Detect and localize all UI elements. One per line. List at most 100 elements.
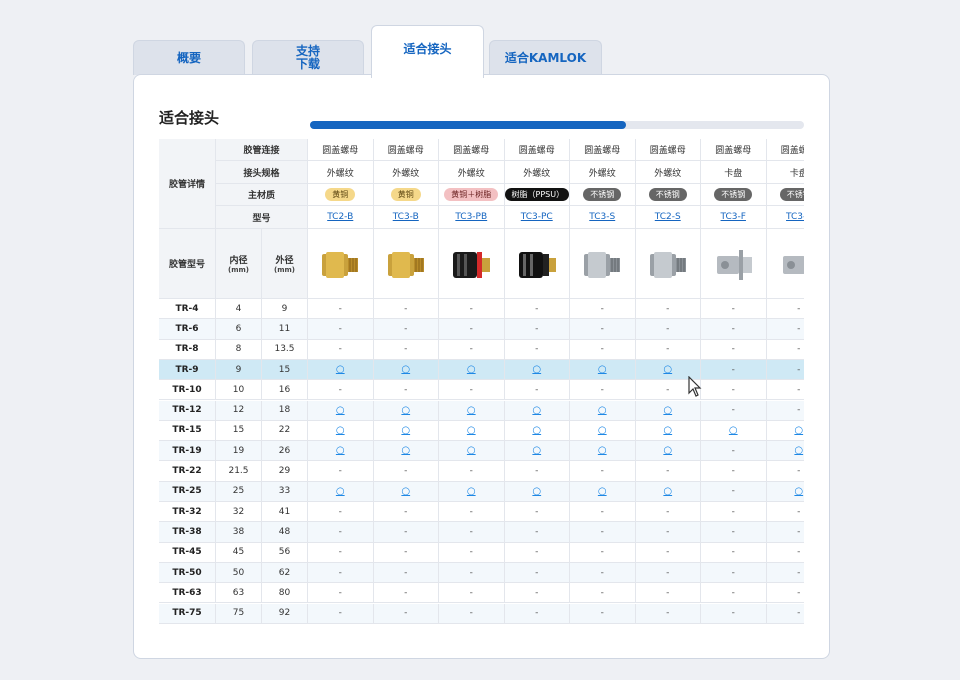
not-compatible-dash: - bbox=[797, 526, 801, 537]
compatible-mark-icon[interactable]: ○ bbox=[401, 425, 410, 436]
compatible-mark-icon[interactable]: ○ bbox=[336, 445, 345, 456]
compatible-mark-icon[interactable]: ○ bbox=[336, 364, 345, 375]
spec-value: 外螺纹 bbox=[654, 168, 682, 179]
compat-cell[interactable]: ○ bbox=[504, 420, 570, 442]
compatible-mark-icon[interactable]: ○ bbox=[663, 364, 672, 375]
compat-cell[interactable]: ○ bbox=[635, 420, 701, 442]
not-compatible-dash: - bbox=[535, 303, 539, 314]
compatible-mark-icon[interactable]: ○ bbox=[729, 425, 738, 436]
tab-1[interactable]: 概要 bbox=[133, 40, 245, 75]
compat-cell[interactable]: ○ bbox=[635, 400, 701, 421]
compat-cell[interactable]: ○ bbox=[308, 400, 374, 421]
unit-label: (mm) bbox=[274, 266, 295, 274]
compat-cell[interactable]: ○ bbox=[570, 420, 636, 442]
model-link[interactable]: TC3-F bbox=[786, 212, 804, 222]
tab-4[interactable]: 适合KAMLOK bbox=[489, 40, 602, 75]
not-compatible-dash: - bbox=[469, 506, 473, 517]
compatible-mark-icon[interactable]: ○ bbox=[467, 486, 476, 497]
compat-cell[interactable]: ○ bbox=[504, 359, 570, 381]
compatible-mark-icon[interactable]: ○ bbox=[663, 486, 672, 497]
not-compatible-dash: - bbox=[731, 526, 735, 537]
model-link[interactable]: TC3-S bbox=[589, 212, 615, 222]
compat-cell[interactable]: ○ bbox=[570, 481, 636, 502]
compat-cell[interactable]: ○ bbox=[439, 400, 505, 421]
compat-cell[interactable]: ○ bbox=[439, 441, 505, 462]
compatible-mark-icon[interactable]: ○ bbox=[401, 445, 410, 456]
compatible-mark-icon[interactable]: ○ bbox=[598, 425, 607, 436]
compat-cell[interactable]: ○ bbox=[373, 400, 439, 421]
compatible-mark-icon[interactable]: ○ bbox=[336, 486, 345, 497]
compat-cell[interactable]: ○ bbox=[504, 441, 570, 462]
compat-cell[interactable]: ○ bbox=[504, 400, 570, 421]
compatible-mark-icon[interactable]: ○ bbox=[532, 486, 541, 497]
compat-cell[interactable]: ○ bbox=[701, 420, 767, 442]
not-compatible-dash: - bbox=[666, 384, 670, 395]
compatible-mark-icon[interactable]: ○ bbox=[794, 445, 803, 456]
not-compatible-dash: - bbox=[731, 364, 735, 375]
table-row-name: TR-9 bbox=[159, 359, 216, 381]
outer-diameter-value: 11 bbox=[278, 323, 291, 334]
model-link[interactable]: TC3-PB bbox=[455, 212, 487, 222]
horizontal-scrollbar[interactable] bbox=[310, 121, 804, 129]
compat-cell[interactable]: ○ bbox=[504, 481, 570, 502]
compat-cell[interactable]: ○ bbox=[766, 441, 804, 462]
inner-diameter-value: 50 bbox=[232, 567, 245, 578]
compatible-mark-icon[interactable]: ○ bbox=[663, 405, 672, 416]
compat-cell[interactable]: ○ bbox=[308, 420, 374, 442]
compat-cell[interactable]: ○ bbox=[570, 359, 636, 381]
compatible-mark-icon[interactable]: ○ bbox=[467, 445, 476, 456]
compatible-mark-icon[interactable]: ○ bbox=[532, 425, 541, 436]
tab-2[interactable]: 支持 下载 bbox=[252, 40, 364, 75]
model-link[interactable]: TC3-F bbox=[721, 212, 746, 222]
compatible-mark-icon[interactable]: ○ bbox=[598, 405, 607, 416]
model-link[interactable]: TC2-S bbox=[655, 212, 681, 222]
compat-cell[interactable]: ○ bbox=[308, 359, 374, 381]
compatible-mark-icon[interactable]: ○ bbox=[532, 364, 541, 375]
compat-cell[interactable]: ○ bbox=[308, 481, 374, 502]
spec-value: 外螺纹 bbox=[457, 168, 485, 179]
compatible-mark-icon[interactable]: ○ bbox=[336, 405, 345, 416]
compat-cell[interactable]: ○ bbox=[635, 481, 701, 502]
compatible-mark-icon[interactable]: ○ bbox=[401, 405, 410, 416]
compatible-mark-icon[interactable]: ○ bbox=[467, 364, 476, 375]
compatible-mark-icon[interactable]: ○ bbox=[794, 425, 803, 436]
compatible-mark-icon[interactable]: ○ bbox=[336, 425, 345, 436]
compatible-mark-icon[interactable]: ○ bbox=[401, 364, 410, 375]
row-label-text: 胶管连接 bbox=[243, 146, 280, 156]
compatible-mark-icon[interactable]: ○ bbox=[532, 445, 541, 456]
compat-cell[interactable]: ○ bbox=[373, 420, 439, 442]
scrollbar-thumb[interactable] bbox=[310, 121, 627, 129]
compatible-mark-icon[interactable]: ○ bbox=[598, 364, 607, 375]
compatible-mark-icon[interactable]: ○ bbox=[467, 405, 476, 416]
compat-cell[interactable]: ○ bbox=[308, 441, 374, 462]
compat-cell[interactable]: ○ bbox=[766, 481, 804, 502]
tab-3[interactable]: 适合接头 bbox=[371, 25, 484, 78]
compat-cell[interactable]: ○ bbox=[439, 481, 505, 502]
model-link[interactable]: TC2-B bbox=[327, 212, 353, 222]
compat-cell: - bbox=[766, 400, 804, 421]
table-row-outer: 16 bbox=[262, 380, 308, 401]
compat-cell[interactable]: ○ bbox=[439, 359, 505, 381]
compat-cell: - bbox=[766, 542, 804, 563]
compat-cell[interactable]: ○ bbox=[439, 420, 505, 442]
compatible-mark-icon[interactable]: ○ bbox=[663, 445, 672, 456]
compatible-mark-icon[interactable]: ○ bbox=[598, 486, 607, 497]
compatible-mark-icon[interactable]: ○ bbox=[401, 486, 410, 497]
compatible-mark-icon[interactable]: ○ bbox=[663, 425, 672, 436]
compat-cell[interactable]: ○ bbox=[570, 400, 636, 421]
hose-model-name: TR-12 bbox=[172, 405, 202, 416]
compat-cell[interactable]: ○ bbox=[766, 420, 804, 442]
compat-cell[interactable]: ○ bbox=[373, 481, 439, 502]
compatible-mark-icon[interactable]: ○ bbox=[794, 486, 803, 497]
compat-cell[interactable]: ○ bbox=[373, 359, 439, 381]
compat-cell[interactable]: ○ bbox=[570, 441, 636, 462]
compat-cell[interactable]: ○ bbox=[635, 441, 701, 462]
compatible-mark-icon[interactable]: ○ bbox=[532, 405, 541, 416]
compat-cell[interactable]: ○ bbox=[373, 441, 439, 462]
connection-value: 圆盖螺母 bbox=[453, 146, 490, 156]
compatible-mark-icon[interactable]: ○ bbox=[467, 425, 476, 436]
not-compatible-dash: - bbox=[469, 567, 473, 578]
model-link[interactable]: TC3-B bbox=[393, 212, 419, 222]
model-link[interactable]: TC3-PC bbox=[521, 212, 553, 222]
compatible-mark-icon[interactable]: ○ bbox=[598, 445, 607, 456]
